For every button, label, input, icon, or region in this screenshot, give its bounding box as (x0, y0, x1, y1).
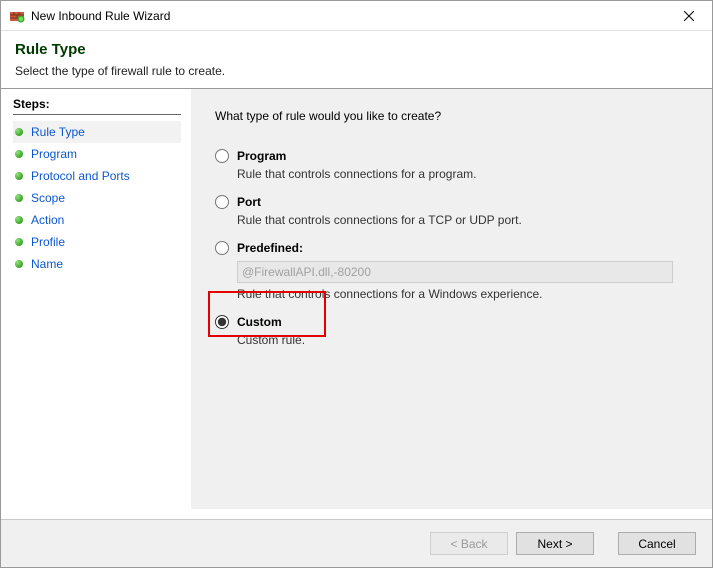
page-subtitle: Select the type of firewall rule to crea… (15, 64, 698, 78)
option-program-label: Program (237, 149, 286, 163)
close-button[interactable] (666, 1, 712, 31)
step-name[interactable]: Name (13, 253, 181, 275)
next-button[interactable]: Next > (516, 532, 594, 555)
option-program-desc: Rule that controls connections for a pro… (237, 167, 688, 181)
wizard-body: Steps: Rule Type Program Protocol and Po… (1, 89, 712, 509)
option-custom-label: Custom (237, 315, 282, 329)
step-bullet-icon (15, 216, 23, 224)
step-rule-type[interactable]: Rule Type (13, 121, 181, 143)
step-label: Scope (31, 191, 65, 205)
option-predefined: Predefined: @FirewallAPI.dll,-80200 Rule… (215, 241, 688, 301)
page-title: Rule Type (15, 41, 698, 58)
step-bullet-icon (15, 260, 23, 268)
option-predefined-label: Predefined: (237, 241, 303, 255)
title-bar: New Inbound Rule Wizard (1, 1, 712, 31)
steps-pane: Steps: Rule Type Program Protocol and Po… (1, 89, 191, 509)
step-profile[interactable]: Profile (13, 231, 181, 253)
cancel-button[interactable]: Cancel (618, 532, 696, 555)
step-action[interactable]: Action (13, 209, 181, 231)
close-icon (684, 11, 694, 21)
option-port-desc: Rule that controls connections for a TCP… (237, 213, 688, 227)
firewall-icon (9, 8, 25, 24)
radio-program[interactable] (215, 149, 229, 163)
next-button-label: Next > (537, 537, 572, 551)
step-bullet-icon (15, 128, 23, 136)
option-program: Program Rule that controls connections f… (215, 149, 688, 181)
step-bullet-icon (15, 194, 23, 202)
step-label: Name (31, 257, 63, 271)
wizard-header: Rule Type Select the type of firewall ru… (1, 31, 712, 88)
option-custom-desc: Custom rule. (237, 333, 688, 347)
option-custom: Custom Custom rule. (215, 315, 688, 347)
step-label: Protocol and Ports (31, 169, 130, 183)
step-scope[interactable]: Scope (13, 187, 181, 209)
option-port-label: Port (237, 195, 261, 209)
content-question: What type of rule would you like to crea… (215, 109, 688, 123)
step-program[interactable]: Program (13, 143, 181, 165)
cancel-button-label: Cancel (638, 537, 675, 551)
step-label: Program (31, 147, 77, 161)
option-predefined-desc: Rule that controls connections for a Win… (237, 287, 688, 301)
step-bullet-icon (15, 172, 23, 180)
wizard-footer: < Back Next > Cancel (1, 519, 712, 567)
steps-list: Rule Type Program Protocol and Ports Sco… (13, 121, 181, 275)
radio-custom[interactable] (215, 315, 229, 329)
steps-heading: Steps: (13, 97, 181, 115)
predefined-select: @FirewallAPI.dll,-80200 (237, 261, 673, 283)
back-button-label: < Back (450, 537, 487, 551)
radio-port[interactable] (215, 195, 229, 209)
content-pane: What type of rule would you like to crea… (191, 89, 712, 509)
step-label: Action (31, 213, 64, 227)
step-protocol-and-ports[interactable]: Protocol and Ports (13, 165, 181, 187)
step-label: Profile (31, 235, 65, 249)
back-button: < Back (430, 532, 508, 555)
step-label: Rule Type (31, 125, 85, 139)
radio-predefined[interactable] (215, 241, 229, 255)
option-port: Port Rule that controls connections for … (215, 195, 688, 227)
step-bullet-icon (15, 238, 23, 246)
window-title: New Inbound Rule Wizard (31, 9, 666, 23)
step-bullet-icon (15, 150, 23, 158)
